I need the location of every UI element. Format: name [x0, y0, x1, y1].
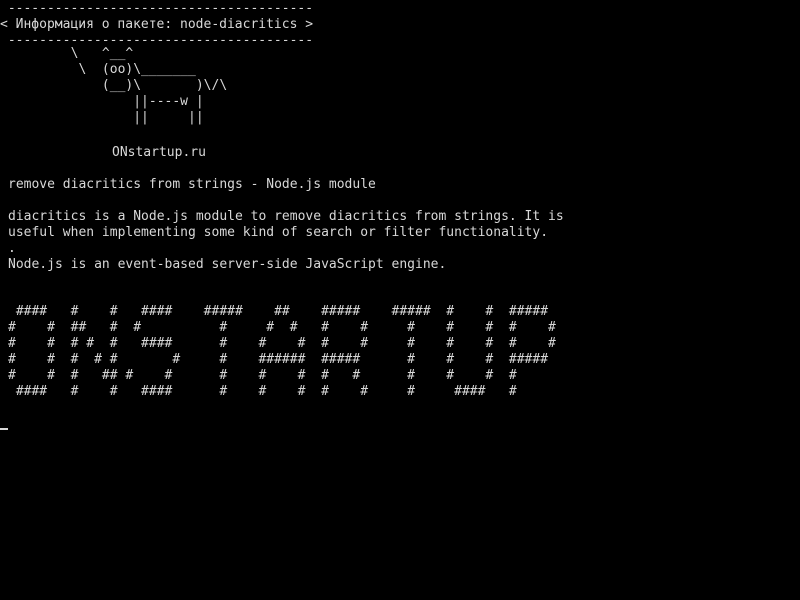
cow-line: (__)\ )\/\ [8, 78, 228, 93]
cow-line: \ ^__^ [8, 46, 134, 61]
bubble-top-border: --------------------------------------- [0, 1, 314, 16]
banner-line: # # # # # #### # # # # # # # # # # [8, 336, 556, 351]
cow-line: ||----w | [8, 94, 204, 109]
description-line: diacritics is a Node.js module to remove… [8, 209, 564, 224]
banner-line: # # # ## # # # # # # # # # # # [8, 368, 517, 383]
banner-line: #### # # #### ##### ## ##### ##### # # #… [8, 304, 549, 319]
description-separator: . [8, 241, 16, 256]
ascii-cow: \ ^__^ \ (oo)\_______ (__)\ )\/\ ||----w… [8, 46, 228, 126]
bubble-title: < Информация о пакете: node-diacritics > [0, 17, 314, 32]
package-summary: remove diacritics from strings - Node.js… [8, 177, 376, 192]
text-cursor [0, 428, 8, 430]
banner-line: #### # # #### # # # # # # #### # [8, 384, 517, 399]
speech-bubble: --------------------------------------- <… [0, 1, 313, 49]
package-description: diacritics is a Node.js module to remove… [8, 209, 564, 241]
engine-note: Node.js is an event-based server-side Ja… [8, 257, 447, 272]
site-name: ONstartup.ru [112, 145, 206, 160]
ascii-banner: #### # # #### ##### ## ##### ##### # # #… [8, 304, 556, 400]
cow-line: || || [8, 110, 204, 125]
terminal-screen[interactable]: --------------------------------------- <… [0, 0, 800, 600]
cow-line: \ (oo)\_______ [8, 62, 196, 77]
banner-line: # # # # # # # ###### ##### # # # ##### [8, 352, 549, 367]
description-line: useful when implementing some kind of se… [8, 225, 549, 240]
banner-line: # # ## # # # # # # # # # # # # [8, 320, 556, 335]
